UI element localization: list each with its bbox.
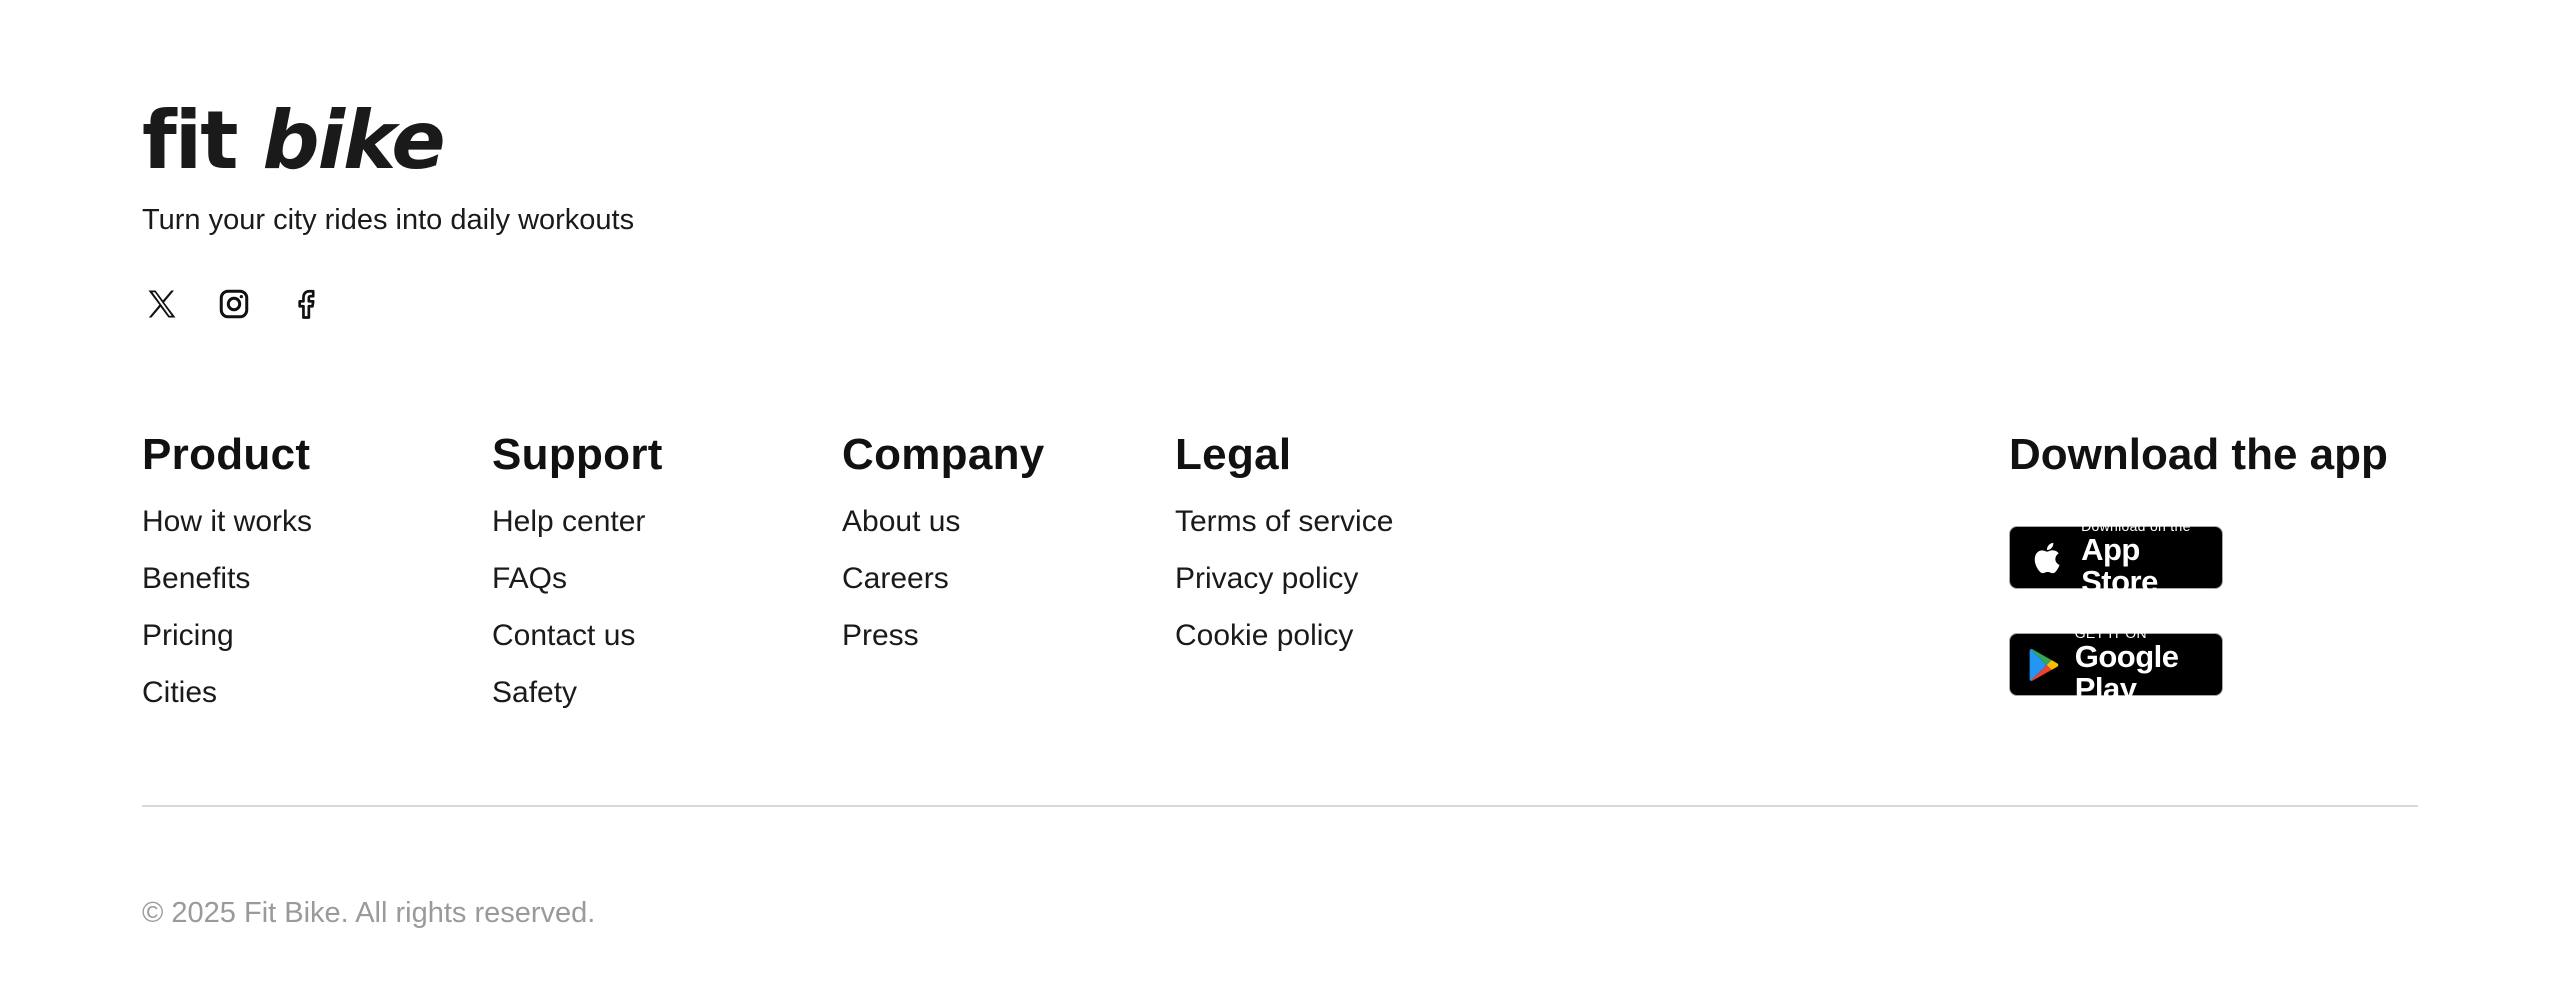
facebook-icon [298,289,315,319]
footer-link-benefits[interactable]: Benefits [142,559,312,616]
google-play-badge-text: GET IT ON Google Play [2075,625,2222,705]
footer-link-terms-of-service[interactable]: Terms of service [1175,502,1393,559]
footer-link-cookie-policy[interactable]: Cookie policy [1175,616,1393,673]
app-store-badge[interactable]: Download on the App Store [2009,518,2223,597]
footer-column-legal: Legal Terms of service Privacy policy Co… [1175,428,1393,673]
footer-link-press[interactable]: Press [842,616,1045,673]
instagram-link[interactable] [214,284,254,324]
x-twitter-icon [148,290,176,318]
google-play-badge[interactable]: GET IT ON Google Play [2009,625,2223,704]
logo-word-bike: bike [262,94,445,187]
facebook-link[interactable] [286,284,326,324]
footer-link-about-us[interactable]: About us [842,502,1045,559]
google-play-icon [2024,641,2065,689]
footer-column-product: Product How it works Benefits Pricing Ci… [142,428,312,730]
apple-icon [2024,534,2071,582]
fit-bike-logo[interactable]: fit bike [142,96,634,186]
column-title-product: Product [142,430,311,479]
footer-divider [142,805,2418,807]
footer-link-privacy-policy[interactable]: Privacy policy [1175,559,1393,616]
instagram-icon [219,289,249,319]
column-title-legal: Legal [1175,430,1292,479]
app-store-big-label: App Store [2081,531,2158,599]
footer-link-safety[interactable]: Safety [492,673,663,730]
google-play-big-label: Google Play [2074,638,2179,706]
social-links [142,284,326,324]
footer-link-cities[interactable]: Cities [142,673,312,730]
footer-link-how-it-works[interactable]: How it works [142,502,312,559]
download-app-title: Download the app [2009,430,2388,479]
footer-column-company: Company About us Careers Press [842,428,1045,673]
x-twitter-link[interactable] [142,284,182,324]
brand-block: fit bike Turn your city rides into daily… [142,96,634,238]
footer-link-pricing[interactable]: Pricing [142,616,312,673]
tagline: Turn your city rides into daily workouts [142,204,635,236]
footer-link-careers[interactable]: Careers [842,559,1045,616]
logo-word-fit: fit [142,94,238,187]
app-store-badge-text: Download on the App Store [2081,518,2222,598]
footer-link-help-center[interactable]: Help center [492,502,663,559]
column-title-support: Support [492,430,663,479]
footer-link-contact-us[interactable]: Contact us [492,616,663,673]
footer-link-faqs[interactable]: FAQs [492,559,663,616]
download-app-section: Download the app Download on the App Sto… [2009,428,2388,704]
site-footer: fit bike Turn your city rides into daily… [0,0,2560,1003]
copyright-text: © 2025 Fit Bike. All rights reserved. [142,897,596,929]
footer-column-support: Support Help center FAQs Contact us Safe… [492,428,663,730]
column-title-company: Company [842,430,1045,479]
